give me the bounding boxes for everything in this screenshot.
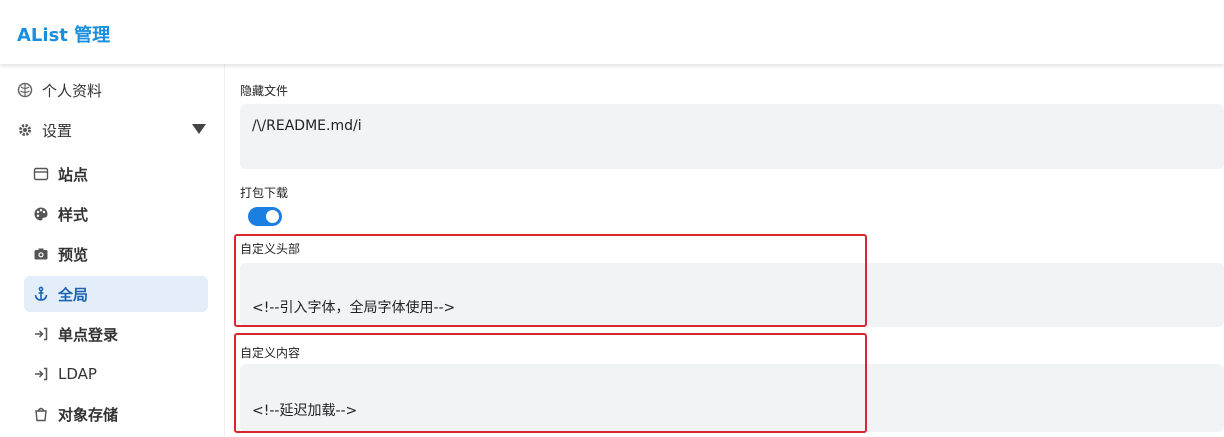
sidebar-item-settings[interactable]: 设置	[16, 112, 206, 148]
sidebar-item-ldap[interactable]: LDAP	[32, 356, 208, 392]
sidebar-item-label: 站点	[58, 165, 89, 184]
app-header: AList 管理	[0, 0, 1224, 64]
hide-files-label: 隐藏文件	[240, 84, 289, 98]
sidebar-item-label: 个人资料	[42, 81, 103, 100]
bucket-icon	[32, 405, 50, 423]
window-icon	[32, 165, 50, 183]
custom-head-label: 自定义头部	[240, 242, 301, 256]
anchor-icon	[32, 285, 50, 303]
custom-body-label: 自定义内容	[240, 346, 301, 360]
settings-form: 隐藏文件 /\/README.md/i 打包下载 自定义头部 <!--引入字体，…	[226, 64, 1224, 437]
sidebar-item-label: LDAP	[58, 365, 97, 383]
sidebar-item-label: 设置	[42, 121, 73, 140]
sidebar-item-label: 预览	[58, 245, 89, 264]
sidebar-item-site[interactable]: 站点	[32, 156, 208, 192]
chevron-down-icon[interactable]	[192, 124, 206, 134]
profile-icon	[16, 81, 34, 99]
sidebar-item-label: 样式	[58, 205, 89, 224]
app-title: AList 管理	[17, 25, 111, 46]
sidebar-item-label: 对象存储	[58, 405, 119, 424]
custom-head-textarea[interactable]: <!--引入字体，全局字体使用-->	[240, 263, 1224, 327]
custom-body-textarea[interactable]: <!--延迟加载-->	[240, 364, 1224, 432]
toggle-knob	[266, 210, 279, 223]
sidebar-item-label: 单点登录	[58, 325, 119, 344]
sidebar-item-sso[interactable]: 单点登录	[32, 316, 208, 352]
hide-files-textarea[interactable]: /\/README.md/i	[240, 104, 1224, 169]
sidebar-item-global[interactable]: 全局	[24, 276, 208, 312]
sidebar: 个人资料 设置 站点 样式 预览 全局 单点登录 LDAP 对象存储	[0, 64, 225, 437]
sidebar-item-style[interactable]: 样式	[32, 196, 208, 232]
sidebar-item-object-storage[interactable]: 对象存储	[32, 396, 208, 432]
sidebar-item-profile[interactable]: 个人资料	[16, 72, 206, 108]
login-arrow-icon	[32, 325, 50, 343]
package-download-toggle[interactable]	[248, 207, 282, 226]
palette-icon	[32, 205, 50, 223]
gear-icon	[16, 121, 34, 139]
camera-icon	[32, 245, 50, 263]
sidebar-item-preview[interactable]: 预览	[32, 236, 208, 272]
package-download-label: 打包下载	[240, 186, 289, 200]
sidebar-item-label: 全局	[58, 285, 89, 304]
login-arrow-icon	[32, 365, 50, 383]
